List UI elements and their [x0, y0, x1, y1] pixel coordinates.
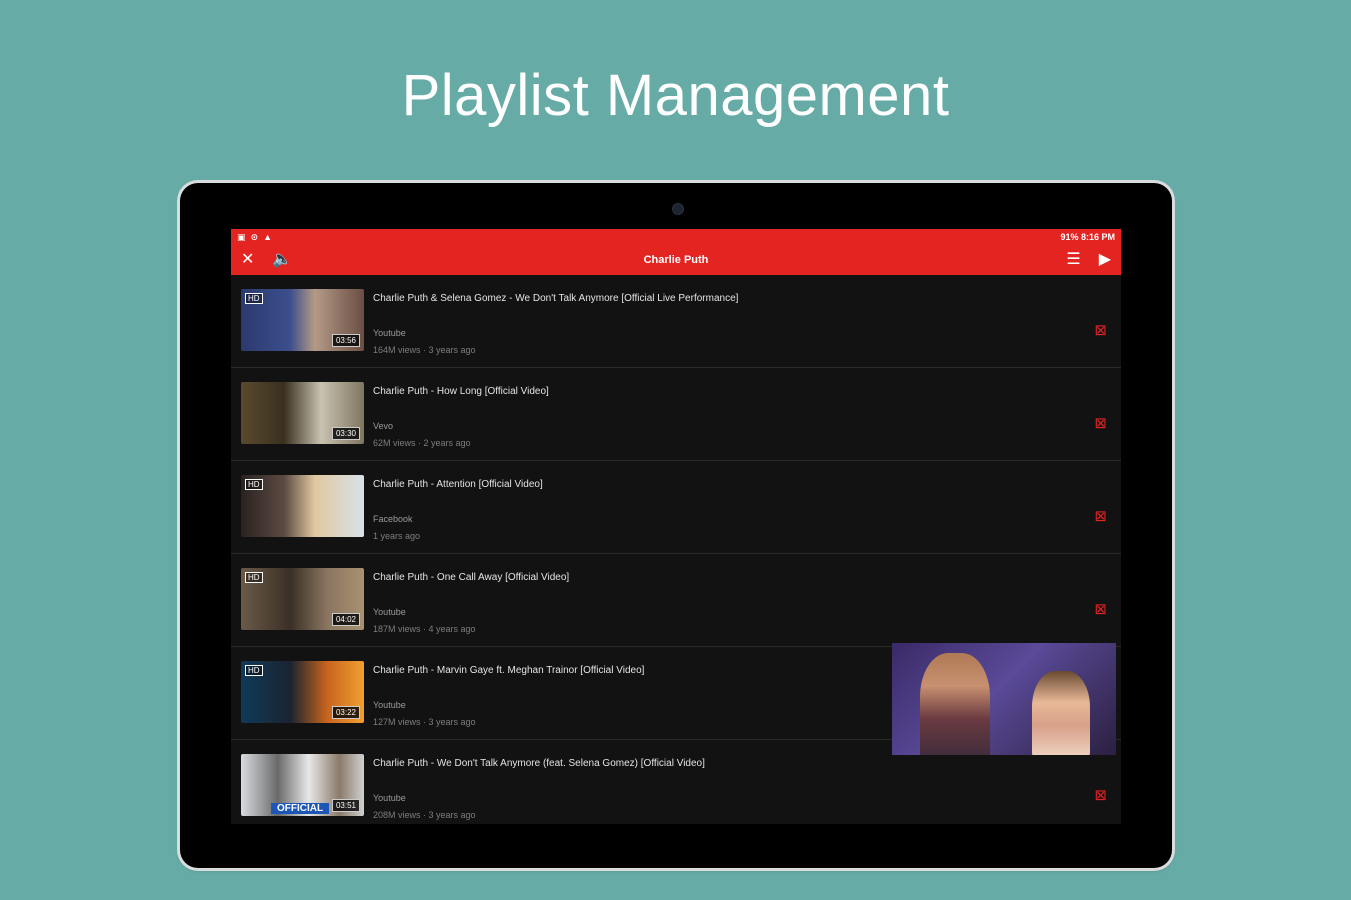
status-right: 91% 8:16 PM	[1060, 232, 1115, 242]
playlist-add-icon[interactable]: ☰	[1066, 252, 1080, 268]
video-source: Youtube	[373, 328, 406, 338]
hd-badge: HD	[245, 293, 263, 304]
video-source: Youtube	[373, 793, 406, 803]
video-thumbnail[interactable]: HD	[241, 475, 364, 537]
official-badge: OFFICIAL	[271, 803, 330, 814]
video-title: Charlie Puth - One Call Away [Official V…	[373, 572, 570, 583]
playlist-item[interactable]: HD 04:02 Charlie Puth - One Call Away [O…	[231, 554, 1121, 647]
volume-icon[interactable]: 🔈	[272, 252, 292, 268]
video-source: Facebook	[373, 514, 413, 524]
video-meta: 1 years ago	[373, 531, 421, 541]
video-title: Charlie Puth - Attention [Official Video…	[373, 479, 543, 490]
playlist: HD 03:56 Charlie Puth & Selena Gomez - W…	[231, 275, 1121, 824]
video-duration: 03:51	[331, 799, 360, 812]
video-thumbnail[interactable]: 03:30	[241, 382, 364, 444]
playlist-item[interactable]: HD 03:56 Charlie Puth & Selena Gomez - W…	[231, 275, 1121, 368]
remove-from-playlist-icon[interactable]: ⊠	[1094, 600, 1107, 618]
video-duration: 03:56	[331, 334, 360, 347]
remove-from-playlist-icon[interactable]: ⊠	[1094, 786, 1107, 804]
status-bar: ▣ ⊙ ▲ 91% 8:16 PM	[231, 229, 1121, 245]
play-icon[interactable]: ▶	[1099, 252, 1111, 268]
video-meta: 164M views · 3 years ago	[373, 345, 476, 355]
tablet-frame: ▣ ⊙ ▲ 91% 8:16 PM ✕ 🔈 Charlie Puth ☰ ▶ H…	[180, 183, 1172, 868]
video-duration: 04:02	[331, 613, 360, 626]
remove-from-playlist-icon[interactable]: ⊠	[1094, 321, 1107, 339]
video-thumbnail[interactable]: OFFICIAL 03:51	[241, 754, 364, 816]
video-title: Charlie Puth - We Don't Talk Anymore (fe…	[373, 758, 705, 769]
video-title: Charlie Puth - Marvin Gaye ft. Meghan Tr…	[373, 665, 645, 676]
page-headline: Playlist Management	[401, 63, 950, 128]
performer-right	[1032, 671, 1090, 755]
hd-badge: HD	[245, 572, 263, 583]
video-source: Youtube	[373, 700, 406, 710]
remove-from-playlist-icon[interactable]: ⊠	[1094, 507, 1107, 525]
playlist-item[interactable]: 03:30 Charlie Puth - How Long [Official …	[231, 368, 1121, 461]
hd-badge: HD	[245, 665, 263, 676]
remove-from-playlist-icon[interactable]: ⊠	[1094, 414, 1107, 432]
video-meta: 187M views · 4 years ago	[373, 624, 476, 634]
video-duration: 03:22	[331, 706, 360, 719]
video-thumbnail[interactable]: HD 03:56	[241, 289, 364, 351]
app-screen: ▣ ⊙ ▲ 91% 8:16 PM ✕ 🔈 Charlie Puth ☰ ▶ H…	[231, 229, 1121, 824]
video-source: Youtube	[373, 607, 406, 617]
video-thumbnail[interactable]: HD 03:22	[241, 661, 364, 723]
video-duration: 03:30	[331, 427, 360, 440]
video-meta: 208M views · 3 years ago	[373, 810, 476, 820]
video-title: Charlie Puth - How Long [Official Video]	[373, 386, 549, 397]
toolbar-title: Charlie Puth	[643, 254, 709, 266]
hd-badge: HD	[245, 479, 263, 490]
toolbar: ✕ 🔈 Charlie Puth ☰ ▶	[231, 245, 1121, 275]
performer-left	[920, 653, 990, 755]
warning-icon: ▲	[263, 232, 272, 242]
sync-icon: ⊙	[250, 231, 259, 242]
playlist-item[interactable]: HD Charlie Puth - Attention [Official Vi…	[231, 461, 1121, 554]
video-meta: 62M views · 2 years ago	[373, 438, 471, 448]
video-meta: 127M views · 3 years ago	[373, 717, 476, 727]
video-title: Charlie Puth & Selena Gomez - We Don't T…	[373, 293, 739, 304]
close-icon[interactable]: ✕	[241, 252, 254, 268]
front-camera	[672, 203, 684, 215]
status-notification-icons: ▣ ⊙ ▲	[237, 232, 272, 243]
video-thumbnail[interactable]: HD 04:02	[241, 568, 364, 630]
video-source: Vevo	[373, 421, 394, 431]
mini-video-player[interactable]	[892, 643, 1116, 755]
notification-icon: ▣	[237, 231, 246, 242]
